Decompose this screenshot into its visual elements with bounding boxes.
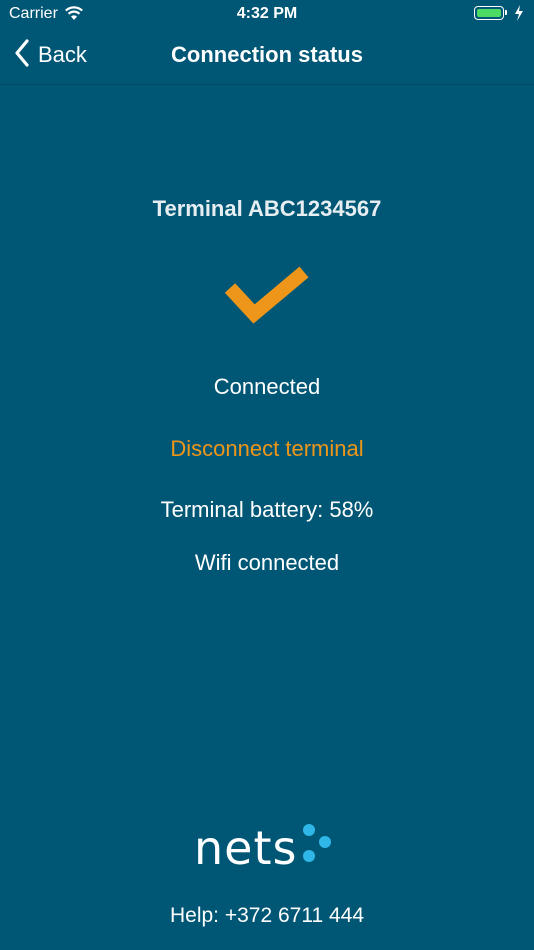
nets-logo-text: nets	[194, 821, 298, 875]
battery-icon	[474, 6, 507, 20]
disconnect-terminal-link[interactable]: Disconnect terminal	[0, 436, 534, 462]
page-title: Connection status	[171, 42, 363, 67]
clock-time: 4:32 PM	[236, 5, 298, 22]
charging-bolt-icon	[514, 5, 524, 26]
navigation-bar: Back Connection status	[0, 28, 534, 85]
checkmark-icon	[224, 266, 310, 333]
connection-status: Connected	[213, 374, 321, 399]
nets-logo-dots-icon	[297, 822, 333, 871]
nets-logo: nets	[194, 822, 333, 871]
wifi-status: Wifi connected	[194, 550, 340, 575]
terminal-battery-status: Terminal battery: 58%	[160, 497, 374, 522]
help-phone[interactable]: Help: +372 6711 444	[0, 904, 534, 928]
status-bar: Carrier 4:32 PM	[0, 0, 534, 28]
terminal-name: Terminal ABC1234567	[152, 196, 382, 221]
